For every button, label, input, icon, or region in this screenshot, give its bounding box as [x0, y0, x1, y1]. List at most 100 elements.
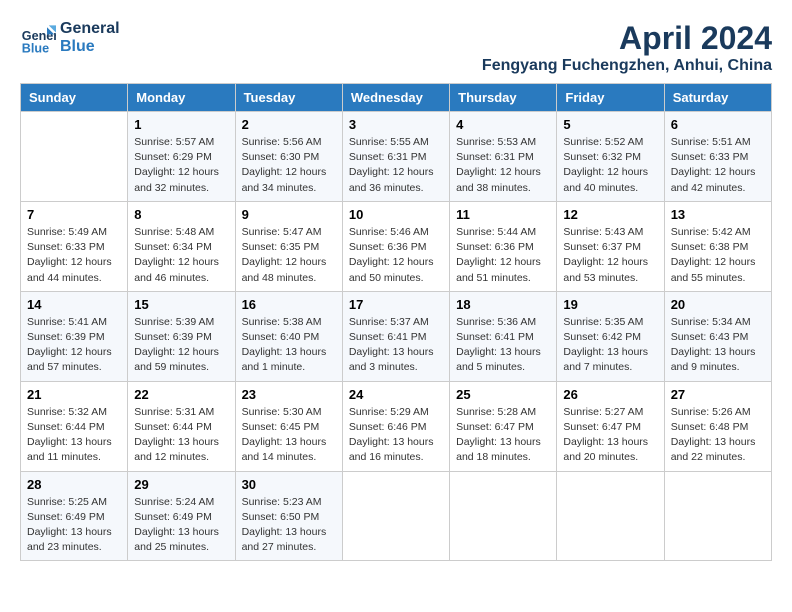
calendar-cell: 3 Sunrise: 5:55 AM Sunset: 6:31 PM Daylig…: [342, 112, 449, 202]
calendar-cell: [21, 112, 128, 202]
week-row-1: 1Sunrise: 5:57 AM Sunset: 6:29 PM Daylig…: [21, 112, 772, 202]
day-header-tuesday: Tuesday: [235, 84, 342, 112]
calendar-cell: 25 Sunrise: 5:28 AM Sunset: 6:47 PM Dayli…: [450, 381, 557, 471]
calendar-cell: 14Sunrise: 5:41 AM Sunset: 6:39 PM Dayli…: [21, 291, 128, 381]
calendar-cell: 16 Sunrise: 5:38 AM Sunset: 6:40 PM Dayli…: [235, 291, 342, 381]
day-number: 7: [27, 207, 121, 222]
day-info: Sunrise: 5:39 AM Sunset: 6:39 PM Dayligh…: [134, 315, 228, 376]
calendar-cell: [450, 471, 557, 561]
day-info: Sunrise: 5:32 AM Sunset: 6:44 PM Dayligh…: [27, 405, 121, 466]
day-number: 30: [242, 477, 336, 492]
day-info: Sunrise: 5:37 AM Sunset: 6:41 PM Dayligh…: [349, 315, 443, 376]
svg-text:Blue: Blue: [22, 41, 49, 55]
calendar-cell: 1Sunrise: 5:57 AM Sunset: 6:29 PM Daylig…: [128, 112, 235, 202]
day-header-wednesday: Wednesday: [342, 84, 449, 112]
calendar-cell: 10Sunrise: 5:46 AM Sunset: 6:36 PM Dayli…: [342, 201, 449, 291]
day-number: 15: [134, 297, 228, 312]
calendar-cell: 4 Sunrise: 5:53 AM Sunset: 6:31 PM Daylig…: [450, 112, 557, 202]
day-number: 12: [563, 207, 657, 222]
calendar-cell: [342, 471, 449, 561]
day-header-saturday: Saturday: [664, 84, 771, 112]
calendar-cell: 26 Sunrise: 5:27 AM Sunset: 6:47 PM Dayli…: [557, 381, 664, 471]
day-number: 1: [134, 117, 228, 132]
day-info: Sunrise: 5:38 AM Sunset: 6:40 PM Dayligh…: [242, 315, 336, 376]
day-number: 17: [349, 297, 443, 312]
day-info: Sunrise: 5:23 AM Sunset: 6:50 PM Dayligh…: [242, 495, 336, 556]
day-number: 2: [242, 117, 336, 132]
day-info: Sunrise: 5:34 AM Sunset: 6:43 PM Dayligh…: [671, 315, 765, 376]
calendar-cell: 13 Sunrise: 5:42 AM Sunset: 6:38 PM Dayli…: [664, 201, 771, 291]
location: Fengyang Fuchengzhen, Anhui, China: [482, 57, 772, 75]
day-number: 25: [456, 387, 550, 402]
calendar-cell: 23Sunrise: 5:30 AM Sunset: 6:45 PM Dayli…: [235, 381, 342, 471]
day-info: Sunrise: 5:26 AM Sunset: 6:48 PM Dayligh…: [671, 405, 765, 466]
calendar-cell: 20 Sunrise: 5:34 AM Sunset: 6:43 PM Dayli…: [664, 291, 771, 381]
logo-line1: General: [60, 20, 120, 38]
page-header: General Blue General Blue April 2024 Fen…: [20, 20, 772, 75]
calendar-cell: 19Sunrise: 5:35 AM Sunset: 6:42 PM Dayli…: [557, 291, 664, 381]
calendar-cell: 6 Sunrise: 5:51 AM Sunset: 6:33 PM Daylig…: [664, 112, 771, 202]
day-info: Sunrise: 5:51 AM Sunset: 6:33 PM Dayligh…: [671, 135, 765, 196]
day-number: 27: [671, 387, 765, 402]
calendar-cell: 8Sunrise: 5:48 AM Sunset: 6:34 PM Daylig…: [128, 201, 235, 291]
day-info: Sunrise: 5:25 AM Sunset: 6:49 PM Dayligh…: [27, 495, 121, 556]
header-row: SundayMondayTuesdayWednesdayThursdayFrid…: [21, 84, 772, 112]
day-header-monday: Monday: [128, 84, 235, 112]
day-info: Sunrise: 5:27 AM Sunset: 6:47 PM Dayligh…: [563, 405, 657, 466]
day-number: 18: [456, 297, 550, 312]
calendar-cell: 22 Sunrise: 5:31 AM Sunset: 6:44 PM Dayli…: [128, 381, 235, 471]
calendar-cell: 28 Sunrise: 5:25 AM Sunset: 6:49 PM Dayli…: [21, 471, 128, 561]
day-number: 3: [349, 117, 443, 132]
day-number: 19: [563, 297, 657, 312]
day-info: Sunrise: 5:31 AM Sunset: 6:44 PM Dayligh…: [134, 405, 228, 466]
day-number: 16: [242, 297, 336, 312]
day-number: 28: [27, 477, 121, 492]
day-number: 23: [242, 387, 336, 402]
day-number: 4: [456, 117, 550, 132]
day-number: 14: [27, 297, 121, 312]
calendar-cell: 29 Sunrise: 5:24 AM Sunset: 6:49 PM Dayli…: [128, 471, 235, 561]
calendar-cell: 7 Sunrise: 5:49 AM Sunset: 6:33 PM Daylig…: [21, 201, 128, 291]
calendar-cell: [557, 471, 664, 561]
day-number: 5: [563, 117, 657, 132]
day-number: 22: [134, 387, 228, 402]
calendar-cell: 5 Sunrise: 5:52 AM Sunset: 6:32 PM Daylig…: [557, 112, 664, 202]
day-info: Sunrise: 5:28 AM Sunset: 6:47 PM Dayligh…: [456, 405, 550, 466]
day-info: Sunrise: 5:52 AM Sunset: 6:32 PM Dayligh…: [563, 135, 657, 196]
day-info: Sunrise: 5:53 AM Sunset: 6:31 PM Dayligh…: [456, 135, 550, 196]
day-header-friday: Friday: [557, 84, 664, 112]
day-info: Sunrise: 5:42 AM Sunset: 6:38 PM Dayligh…: [671, 225, 765, 286]
week-row-4: 21Sunrise: 5:32 AM Sunset: 6:44 PM Dayli…: [21, 381, 772, 471]
day-header-sunday: Sunday: [21, 84, 128, 112]
day-info: Sunrise: 5:46 AM Sunset: 6:36 PM Dayligh…: [349, 225, 443, 286]
calendar-cell: 18 Sunrise: 5:36 AM Sunset: 6:41 PM Dayli…: [450, 291, 557, 381]
day-info: Sunrise: 5:55 AM Sunset: 6:31 PM Dayligh…: [349, 135, 443, 196]
calendar-cell: 30 Sunrise: 5:23 AM Sunset: 6:50 PM Dayli…: [235, 471, 342, 561]
day-number: 26: [563, 387, 657, 402]
calendar-cell: 17 Sunrise: 5:37 AM Sunset: 6:41 PM Dayli…: [342, 291, 449, 381]
title-block: April 2024 Fengyang Fuchengzhen, Anhui, …: [482, 20, 772, 75]
day-number: 6: [671, 117, 765, 132]
calendar-cell: 11 Sunrise: 5:44 AM Sunset: 6:36 PM Dayli…: [450, 201, 557, 291]
day-number: 20: [671, 297, 765, 312]
day-info: Sunrise: 5:24 AM Sunset: 6:49 PM Dayligh…: [134, 495, 228, 556]
day-info: Sunrise: 5:49 AM Sunset: 6:33 PM Dayligh…: [27, 225, 121, 286]
day-number: 29: [134, 477, 228, 492]
logo: General Blue General Blue: [20, 20, 120, 56]
calendar-cell: 24Sunrise: 5:29 AM Sunset: 6:46 PM Dayli…: [342, 381, 449, 471]
calendar-cell: [664, 471, 771, 561]
calendar-cell: 27 Sunrise: 5:26 AM Sunset: 6:48 PM Dayli…: [664, 381, 771, 471]
calendar-cell: 12 Sunrise: 5:43 AM Sunset: 6:37 PM Dayli…: [557, 201, 664, 291]
week-row-3: 14Sunrise: 5:41 AM Sunset: 6:39 PM Dayli…: [21, 291, 772, 381]
day-info: Sunrise: 5:56 AM Sunset: 6:30 PM Dayligh…: [242, 135, 336, 196]
day-info: Sunrise: 5:43 AM Sunset: 6:37 PM Dayligh…: [563, 225, 657, 286]
day-info: Sunrise: 5:47 AM Sunset: 6:35 PM Dayligh…: [242, 225, 336, 286]
day-number: 13: [671, 207, 765, 222]
day-number: 9: [242, 207, 336, 222]
day-info: Sunrise: 5:36 AM Sunset: 6:41 PM Dayligh…: [456, 315, 550, 376]
calendar-cell: 21Sunrise: 5:32 AM Sunset: 6:44 PM Dayli…: [21, 381, 128, 471]
calendar-table: SundayMondayTuesdayWednesdayThursdayFrid…: [20, 83, 772, 561]
logo-line2: Blue: [60, 38, 120, 56]
day-info: Sunrise: 5:44 AM Sunset: 6:36 PM Dayligh…: [456, 225, 550, 286]
day-number: 11: [456, 207, 550, 222]
